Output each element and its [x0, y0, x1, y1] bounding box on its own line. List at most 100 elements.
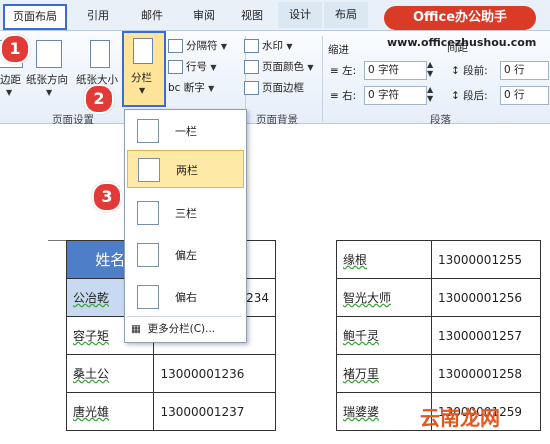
menu-divider	[127, 316, 242, 317]
table-row: 缘根 13000001255	[336, 240, 541, 279]
menu-item-one-column[interactable]: 一栏	[127, 112, 242, 148]
spacing-after-input[interactable]: 0 行	[500, 86, 549, 105]
tab-page-layout[interactable]: 页面布局	[3, 4, 67, 30]
indent-left-icon: ≡	[330, 65, 339, 77]
table-cell[interactable]: 瑞婆婆	[336, 392, 432, 431]
tab-layout[interactable]: 布局	[324, 2, 368, 28]
table-cell[interactable]: 褚万里	[336, 354, 432, 393]
line-numbers-button[interactable]: 行号 ▼	[168, 59, 217, 74]
name-text: 缘根	[343, 253, 368, 267]
hyphenation-icon: bc	[168, 82, 181, 94]
table-cell[interactable]: 鲍千灵	[336, 316, 432, 355]
indent-right-input[interactable]: 0 字符	[364, 86, 427, 105]
page-color-label: 页面颜色	[262, 61, 304, 73]
menu-item-label: 一栏	[175, 125, 197, 138]
left-column-icon	[137, 243, 159, 267]
table-row: 桑土公 13000001236	[65, 354, 276, 393]
name-text: 鲍千灵	[343, 329, 380, 343]
watermark-button[interactable]: 水印 ▼	[244, 38, 293, 53]
table-cell[interactable]: 缘根	[336, 240, 432, 279]
table-row: 智光大师 13000001256	[336, 278, 541, 317]
table-cell[interactable]: 13000001257	[431, 316, 541, 355]
spacing-after-label: ↕ 段后:	[451, 88, 488, 103]
more-columns-icon: ▦	[131, 323, 141, 335]
chevron-down-icon: ▼	[139, 86, 146, 95]
indent-right-icon: ≡	[330, 90, 339, 102]
table-row: 褚万里 13000001258	[336, 354, 541, 393]
tab-review[interactable]: 审阅	[184, 6, 224, 26]
menu-item-label: 偏右	[175, 291, 197, 304]
table-cell[interactable]: 唐光雄	[65, 392, 155, 431]
spacing-after-icon: ↕	[451, 90, 460, 102]
spacing-before-icon: ↕	[451, 65, 460, 77]
right-column-icon	[137, 285, 159, 309]
table-cell[interactable]: 13000001255	[431, 240, 541, 279]
hyphenation-label: 断字	[183, 82, 205, 94]
two-columns-icon	[138, 158, 160, 182]
margins-button[interactable]: 边距	[0, 72, 21, 87]
menu-item-left[interactable]: 偏左	[127, 236, 242, 272]
table-cell[interactable]: 桑土公	[65, 354, 155, 393]
indent-right-text: 右:	[342, 90, 357, 102]
page-color-button[interactable]: 页面颜色 ▼	[244, 59, 314, 74]
name-text: 公冶乾	[73, 291, 110, 305]
indent-right-spinner[interactable]: ▲ ▼	[427, 85, 433, 103]
spacing-before-input[interactable]: 0 行	[500, 61, 549, 80]
spacing-after-text: 段后:	[463, 90, 488, 102]
line-numbers-label: 行号	[186, 61, 207, 73]
menu-item-two-columns[interactable]: 两栏	[127, 150, 244, 188]
table-cell[interactable]: 智光大师	[336, 278, 432, 317]
chevron-down-icon: ▼	[6, 88, 13, 97]
indent-right-label: ≡ 右:	[330, 88, 356, 103]
spacing-label: 间距	[447, 42, 468, 54]
step-badge-2: 2	[84, 84, 114, 114]
indent-left-text: 左:	[342, 65, 357, 77]
table-cell[interactable]: 13000001258	[431, 354, 541, 393]
tab-view[interactable]: 视图	[232, 6, 272, 26]
name-text: 瑞婆婆	[343, 405, 380, 419]
name-text: 唐光雄	[73, 405, 110, 419]
line-numbers-icon	[168, 60, 183, 74]
orientation-button[interactable]: 纸张方向	[26, 72, 68, 87]
page-border-label: 页面边框	[262, 82, 304, 94]
group-divider	[322, 36, 323, 122]
table-cell[interactable]: 13000001236	[153, 354, 276, 393]
table-cell[interactable]: 13000001237	[153, 392, 276, 431]
name-text: 智光大师	[343, 291, 392, 305]
page-border-button[interactable]: 页面边框	[244, 80, 304, 95]
page-color-icon	[244, 60, 259, 74]
page-border-icon	[244, 81, 259, 95]
breaks-icon	[168, 39, 183, 53]
watermark-label: 水印	[262, 40, 283, 52]
table-row: 唐光雄 13000001237	[65, 392, 276, 431]
one-column-icon	[137, 119, 159, 143]
table-row: 鲍千灵 13000001257	[336, 316, 541, 355]
chevron-down-icon: ▼	[210, 63, 217, 72]
menu-item-more-columns[interactable]: ▦ 更多分栏(C)...	[131, 321, 215, 336]
chevron-down-icon: ▼	[286, 42, 293, 51]
table-cell[interactable]: 13000001256	[431, 278, 541, 317]
indent-left-spinner[interactable]: ▲ ▼	[427, 60, 433, 78]
menu-item-label: 两栏	[176, 164, 198, 177]
watermark-icon	[244, 39, 259, 53]
chevron-down-icon: ▼	[307, 63, 314, 72]
name-text: 桑土公	[73, 367, 110, 381]
breaks-button[interactable]: 分隔符 ▼	[168, 38, 227, 53]
tab-references[interactable]: 引用	[78, 6, 118, 26]
hyphenation-button[interactable]: bc 断字 ▼	[168, 80, 214, 95]
margin-marker	[48, 240, 66, 241]
name-text: 褚万里	[343, 367, 380, 381]
indent-left-input[interactable]: 0 字符	[364, 61, 427, 80]
tab-design[interactable]: 设计	[278, 2, 322, 28]
paper-size-icon	[90, 40, 110, 68]
menu-item-label: 偏左	[175, 249, 197, 262]
menu-item-right[interactable]: 偏右	[127, 278, 242, 314]
columns-icon	[133, 38, 153, 64]
menu-item-three-columns[interactable]: 三栏	[127, 194, 242, 230]
chevron-down-icon: ▼	[220, 42, 227, 51]
step-badge-3: 3	[92, 182, 122, 212]
columns-dropdown: 一栏 两栏 三栏 偏左 偏右 ▦ 更多分栏(C)...	[124, 109, 247, 343]
watermark-text: 云南龙网	[420, 406, 500, 430]
tab-mailings[interactable]: 邮件	[132, 6, 172, 26]
indent-left-label: ≡ 左:	[330, 63, 356, 78]
